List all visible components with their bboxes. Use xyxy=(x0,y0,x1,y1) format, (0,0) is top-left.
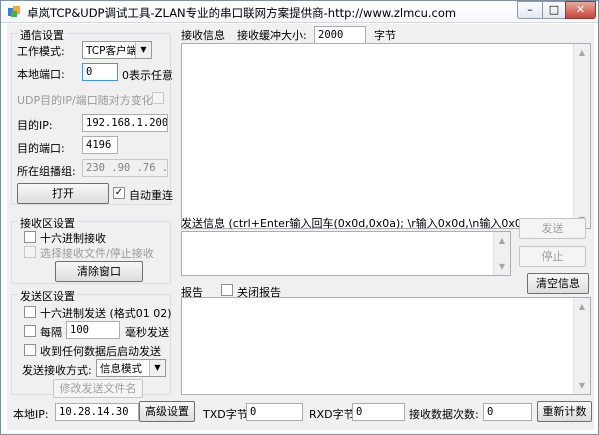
send-button[interactable]: 发送 xyxy=(519,218,586,239)
clear-info-button[interactable]: 清空信息 xyxy=(527,273,589,294)
recv-buffer-unit: 字节 xyxy=(374,29,396,42)
open-button[interactable]: 打开 xyxy=(17,183,109,204)
recv-settings-title: 接收区设置 xyxy=(18,215,77,231)
multicast-input[interactable]: 230 .90 .76 .1 xyxy=(82,159,168,177)
local-port-hint: 0表示任意 xyxy=(122,69,173,82)
dest-port-label: 目的端口: xyxy=(17,142,65,155)
scroll-down-icon[interactable]: ▼ xyxy=(574,377,590,394)
local-port-label: 本地端口: xyxy=(17,68,65,81)
local-port-input[interactable]: 0 xyxy=(82,63,118,81)
auto-send-checkbox[interactable] xyxy=(24,344,36,356)
recv-buffer-input[interactable]: 2000 xyxy=(314,26,366,44)
hex-send-checkbox[interactable] xyxy=(24,306,36,318)
app-logo-icon xyxy=(8,6,20,17)
recv-settings-group: 接收区设置 十六进制接收 选择接收文件/停止接收 清除窗口 xyxy=(11,215,171,284)
rxd-label: RXD字节: xyxy=(309,408,359,421)
udp-dest-follow-checkbox[interactable] xyxy=(152,92,164,104)
title-bar[interactable]: 卓岚TCP&UDP调试工具-ZLAN专业的串口联网方案提供商-http://ww… xyxy=(1,1,598,23)
advanced-settings-button[interactable]: 高级设置 xyxy=(139,401,195,422)
scroll-down-icon[interactable]: ▼ xyxy=(494,258,510,275)
chevron-down-icon[interactable]: ▼ xyxy=(135,42,151,58)
report-scrollbar[interactable]: ▲ ▼ xyxy=(573,298,590,394)
close-button[interactable]: ✕ xyxy=(565,1,596,19)
recv-buffer-label: 接收缓冲大小: xyxy=(237,29,307,42)
recv-info-label: 接收信息 xyxy=(181,29,225,42)
auto-reconnect-checkbox[interactable]: ✓ xyxy=(113,187,125,199)
maximize-button[interactable]: □ xyxy=(542,1,566,19)
send-settings-title: 发送区设置 xyxy=(18,288,77,304)
hex-recv-checkbox[interactable] xyxy=(24,231,36,243)
scroll-up-icon[interactable]: ▲ xyxy=(494,232,510,249)
dest-ip-input[interactable]: 192.168.1.200 xyxy=(82,114,168,132)
hex-recv-label: 十六进制接收 xyxy=(40,232,106,245)
report-textarea[interactable]: ▲ ▼ xyxy=(181,297,591,395)
rxd-value: 0 xyxy=(352,403,405,421)
local-ip-value: 10.28.14.30 xyxy=(55,403,139,421)
recv-count-value: 0 xyxy=(483,403,532,421)
send-settings-group: 发送区设置 十六进制发送 (格式01 02) 每隔 100 毫秒发送 收到任何数… xyxy=(11,288,172,398)
txd-label: TXD字节: xyxy=(203,408,252,421)
chevron-down-icon[interactable]: ▼ xyxy=(149,360,165,376)
txd-value: 0 xyxy=(246,403,303,421)
stop-button[interactable]: 停止 xyxy=(519,246,586,267)
select-recv-file-checkbox[interactable] xyxy=(24,246,36,258)
multicast-label: 所在组播组: xyxy=(17,165,76,178)
comm-settings-group: 通信设置 工作模式: TCP客户端 ▼ 本地端口: 0 0表示任意 UDP目的I… xyxy=(11,27,173,205)
scroll-up-icon[interactable]: ▲ xyxy=(574,44,590,61)
send-scrollbar[interactable]: ▲ ▼ xyxy=(493,232,510,275)
comm-settings-title: 通信设置 xyxy=(18,27,66,43)
checkmark-icon: ✓ xyxy=(114,187,124,198)
recount-button[interactable]: 重新计数 xyxy=(537,401,592,422)
hex-send-label: 十六进制发送 (格式01 02) xyxy=(40,307,172,320)
local-ip-label: 本地IP: xyxy=(13,408,49,421)
udp-dest-follow-label: UDP目的IP/端口随对方变化 xyxy=(17,94,153,107)
recv-count-label: 接收数据次数: xyxy=(409,408,479,421)
dest-port-input[interactable]: 4196 xyxy=(82,136,118,154)
interval-input[interactable]: 100 xyxy=(66,321,120,339)
auto-reconnect-label: 自动重连 xyxy=(129,189,173,202)
send-textarea[interactable]: ▲ ▼ xyxy=(181,231,511,276)
ms-send-label: 毫秒发送 xyxy=(125,326,169,339)
auto-send-label: 收到任何数据后启动发送 xyxy=(40,345,161,358)
periodic-send-checkbox[interactable] xyxy=(24,325,36,337)
app-window: 卓岚TCP&UDP调试工具-ZLAN专业的串口联网方案提供商-http://ww… xyxy=(0,0,599,435)
clear-window-button[interactable]: 清除窗口 xyxy=(55,261,143,282)
select-recv-file-label: 选择接收文件/停止接收 xyxy=(40,247,154,260)
work-mode-select[interactable]: TCP客户端 ▼ xyxy=(82,41,152,59)
minimize-button[interactable]: – xyxy=(517,1,543,19)
scroll-up-icon[interactable]: ▲ xyxy=(574,298,590,315)
every-label: 每隔 xyxy=(40,326,62,339)
send-method-value: 信息模式 xyxy=(100,363,142,375)
work-mode-value: TCP客户端 xyxy=(86,45,137,57)
send-info-label: 发送信息 (ctrl+Enter输入回车(0x0d,0x0a); \r输入0x0… xyxy=(181,217,533,230)
dest-ip-label: 目的IP: xyxy=(17,119,53,132)
recv-textarea[interactable]: ▲ ▼ xyxy=(181,43,591,229)
window-title: 卓岚TCP&UDP调试工具-ZLAN专业的串口联网方案提供商-http://ww… xyxy=(27,6,457,20)
work-mode-label: 工作模式: xyxy=(17,45,65,58)
client-area: 通信设置 工作模式: TCP客户端 ▼ 本地端口: 0 0表示任意 UDP目的I… xyxy=(7,24,594,430)
send-method-select[interactable]: 信息模式 ▼ xyxy=(96,359,166,377)
send-method-label: 发送接收方式: xyxy=(22,364,92,377)
recv-scrollbar[interactable]: ▲ ▼ xyxy=(573,44,590,228)
modify-send-filename-button[interactable]: 修改发送文件名 xyxy=(53,379,143,398)
close-report-checkbox[interactable] xyxy=(221,284,233,296)
